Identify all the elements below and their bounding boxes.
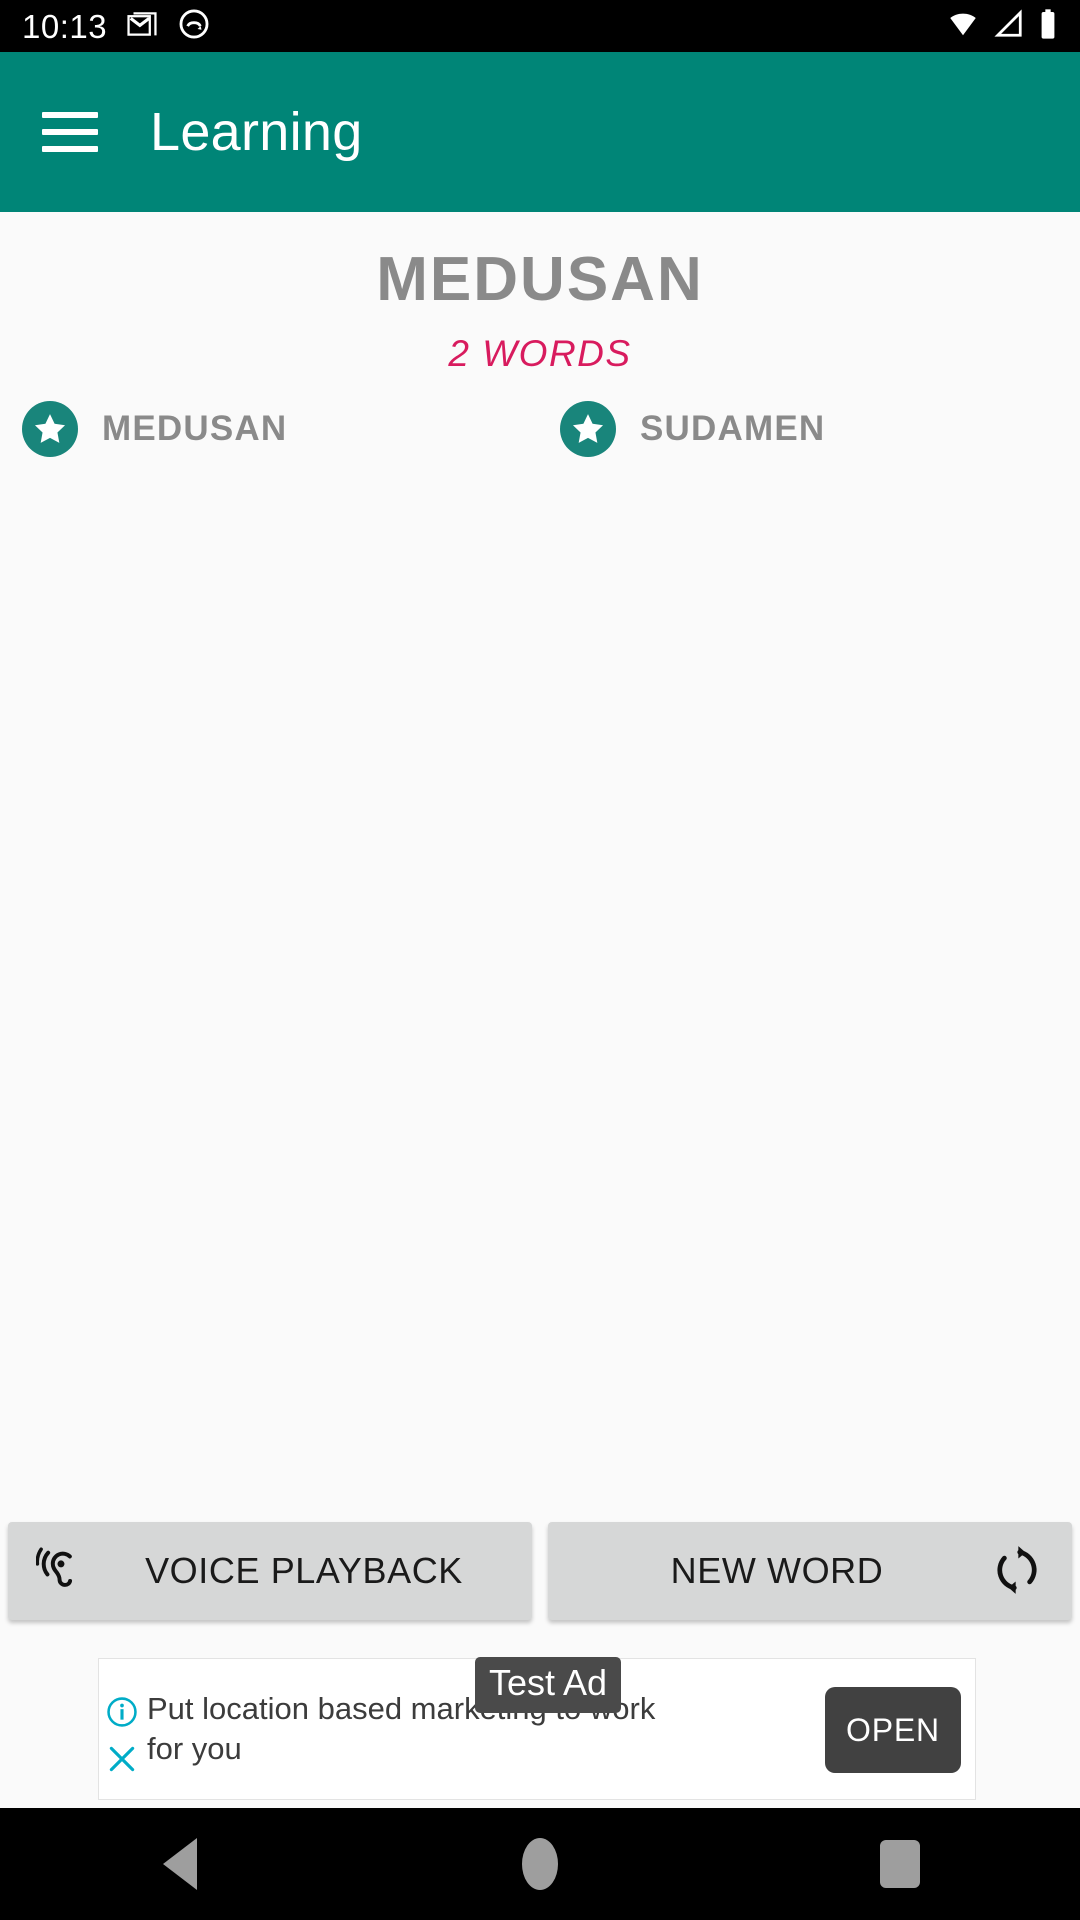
- new-word-button[interactable]: NEW WORD: [548, 1522, 1072, 1620]
- list-item[interactable]: MEDUSAN: [0, 401, 540, 457]
- nav-home-button[interactable]: [480, 1808, 600, 1920]
- status-bar-left: 10:13: [22, 7, 211, 46]
- back-triangle-icon: [163, 1838, 197, 1890]
- notification-circle-icon: [177, 7, 211, 46]
- main-content: MEDUSAN 2 WORDS MEDUSAN SUDAMEN: [0, 212, 1080, 1502]
- ad-side-icons: [105, 1695, 139, 1781]
- hearing-ear-icon: [35, 1542, 92, 1601]
- status-clock: 10:13: [22, 7, 108, 45]
- battery-icon: [1038, 8, 1058, 45]
- hamburger-menu-icon[interactable]: [42, 112, 98, 152]
- nav-recents-button[interactable]: [840, 1808, 960, 1920]
- cell-signal-icon: [993, 8, 1025, 44]
- word-count-label: 2 WORDS: [448, 333, 632, 374]
- star-circle-icon: [22, 401, 78, 457]
- close-x-icon[interactable]: [105, 1742, 139, 1781]
- ad-open-button[interactable]: OPEN: [825, 1687, 961, 1773]
- gmail-icon: [125, 7, 159, 46]
- voice-playback-button[interactable]: VOICE PLAYBACK: [8, 1522, 532, 1620]
- home-circle-icon: [522, 1838, 558, 1890]
- word-list: MEDUSAN SUDAMEN: [0, 401, 1080, 457]
- nav-back-button[interactable]: [120, 1808, 240, 1920]
- action-button-bar: VOICE PLAYBACK NEW WORD: [0, 1522, 1080, 1620]
- star-circle-icon: [560, 401, 616, 457]
- status-bar: 10:13: [0, 0, 1080, 52]
- voice-playback-label: VOICE PLAYBACK: [145, 1550, 463, 1591]
- status-bar-right: [946, 8, 1058, 45]
- ad-test-badge: Test Ad: [475, 1657, 622, 1713]
- page-title: Learning: [150, 102, 363, 162]
- new-word-label: NEW WORD: [670, 1550, 884, 1591]
- app-bar: Learning: [0, 52, 1080, 212]
- wifi-icon: [946, 9, 980, 44]
- refresh-sync-icon: [990, 1543, 1044, 1600]
- current-word-title: MEDUSAN: [376, 245, 704, 314]
- list-item[interactable]: SUDAMEN: [540, 401, 1080, 457]
- info-circle-icon[interactable]: [105, 1695, 139, 1734]
- list-item-label: SUDAMEN: [640, 409, 826, 448]
- phone-screen: 10:13 Learning MEDUSAN 2 WORDS MEDUSAN S…: [0, 0, 1080, 1920]
- list-item-label: MEDUSAN: [102, 409, 288, 448]
- recents-square-icon: [880, 1840, 920, 1888]
- android-nav-bar: [0, 1808, 1080, 1920]
